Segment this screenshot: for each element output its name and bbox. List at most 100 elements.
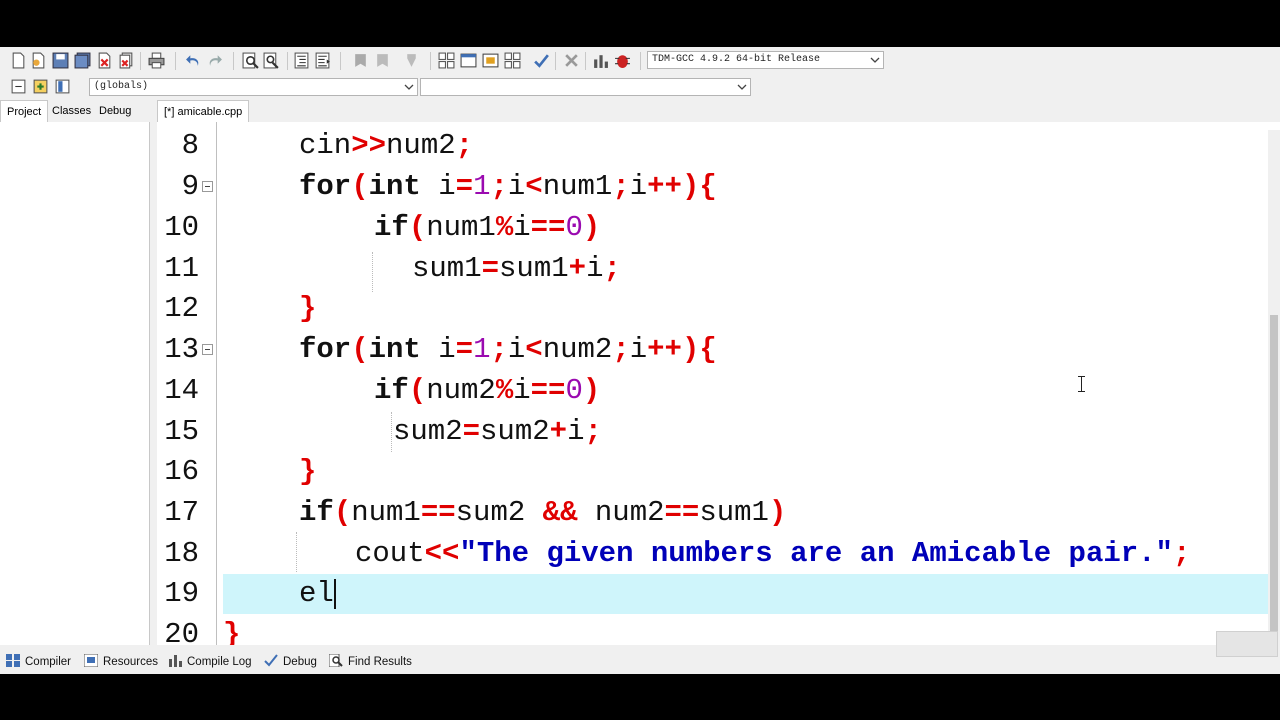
- ibeam-cursor-icon: [1078, 376, 1085, 392]
- toolbar-separator: [175, 52, 176, 70]
- insert-icon[interactable]: [10, 78, 27, 95]
- scope-select-value: (globals): [94, 81, 149, 92]
- fold-toggle-icon[interactable]: [202, 344, 213, 355]
- goto-bookmark-icon[interactable]: [54, 78, 71, 95]
- tab-classes[interactable]: Classes: [46, 100, 97, 122]
- line-number: 12: [164, 292, 199, 325]
- tab-project[interactable]: Project: [0, 100, 49, 122]
- goto-icon[interactable]: [374, 52, 391, 69]
- debug-icon[interactable]: [614, 52, 631, 69]
- tab-find-results[interactable]: Find Results: [329, 654, 412, 670]
- toggle-bookmark-icon[interactable]: [32, 78, 49, 95]
- replace-icon[interactable]: [263, 52, 280, 69]
- code-line: 11 sum1=sum1+i;: [157, 249, 1280, 289]
- code-text: sum2=sum2+i;: [393, 415, 602, 448]
- print-icon[interactable]: [148, 52, 165, 69]
- profile-icon[interactable]: [592, 52, 609, 69]
- scrollbar-thumb[interactable]: [1270, 315, 1278, 645]
- line-number: 16: [164, 455, 199, 488]
- code-text: sum1=sum1+i;: [412, 252, 621, 285]
- line-number: 9: [181, 170, 199, 203]
- toolbar-separator: [555, 52, 556, 70]
- indent-guide: [391, 412, 392, 452]
- indent-guide: [296, 532, 297, 572]
- compile-run-icon[interactable]: [482, 52, 499, 69]
- line-number: 19: [164, 577, 199, 610]
- grid-icon: [6, 654, 20, 667]
- code-line: 9 for(int i=1;i<num1;i++){: [157, 167, 1280, 207]
- main-toolbar: TDM-GCC 4.9.2 64-bit Release: [0, 48, 1280, 74]
- code-editor[interactable]: 8 cin>>num2; 9 for(int i=1;i<num1;i++){ …: [157, 122, 1280, 645]
- compiler-select[interactable]: TDM-GCC 4.9.2 64-bit Release: [647, 51, 884, 69]
- bookmark-icon[interactable]: [352, 52, 369, 69]
- find-icon[interactable]: [242, 52, 259, 69]
- class-browser-toolbar: (globals): [0, 74, 760, 100]
- code-text: }: [299, 292, 317, 325]
- code-text: cout<<"The given numbers are an Amicable…: [355, 537, 1191, 570]
- toolbar-separator: [430, 52, 431, 70]
- code-text: el: [299, 577, 334, 610]
- compile-icon[interactable]: [438, 52, 455, 69]
- code-line: 8 cin>>num2;: [157, 126, 1280, 166]
- scope-select[interactable]: (globals): [89, 78, 418, 96]
- line-number: 13: [164, 333, 199, 366]
- toolbar-separator: [640, 52, 641, 70]
- run-icon[interactable]: [460, 52, 477, 69]
- code-text: if(num1%i==0): [374, 211, 601, 244]
- rebuild-icon[interactable]: [504, 52, 521, 69]
- indent-icon[interactable]: [293, 52, 310, 69]
- tab-compiler[interactable]: Compiler: [6, 654, 71, 670]
- save-icon[interactable]: [52, 52, 69, 69]
- unindent-icon[interactable]: [314, 52, 331, 69]
- save-all-icon[interactable]: [74, 52, 91, 69]
- indent-guide: [372, 252, 373, 292]
- line-number: 18: [164, 537, 199, 570]
- tab-amicable-cpp[interactable]: [*] amicable.cpp: [157, 100, 250, 122]
- toolbar-separator: [585, 52, 586, 70]
- code-text: cin>>num2;: [299, 129, 474, 162]
- redo-icon[interactable]: [206, 52, 223, 69]
- tab-resources[interactable]: Resources: [84, 654, 158, 670]
- chevron-down-icon: [404, 84, 414, 90]
- tab-debug-output[interactable]: Debug: [264, 654, 317, 670]
- toolbar-separator: [287, 52, 288, 70]
- code-line: 17 if(num1==sum2 && num2==sum1): [157, 493, 1280, 533]
- undo-icon[interactable]: [185, 52, 202, 69]
- line-number: 20: [164, 618, 199, 645]
- close-icon[interactable]: [96, 52, 113, 69]
- chart-icon: [169, 655, 182, 667]
- new-file-icon[interactable]: [10, 52, 27, 69]
- chevron-down-icon: [870, 57, 880, 63]
- line-number: 10: [164, 211, 199, 244]
- line-number: 17: [164, 496, 199, 529]
- compiler-select-value: TDM-GCC 4.9.2 64-bit Release: [652, 54, 821, 65]
- toolbar-separator: [233, 52, 234, 70]
- check-syntax-icon[interactable]: [533, 52, 550, 69]
- video-controls-overlay[interactable]: [1216, 631, 1278, 657]
- tab-debug[interactable]: Debug: [93, 100, 137, 122]
- new-class-icon[interactable]: [403, 52, 420, 69]
- code-line: 18 cout<<"The given numbers are an Amica…: [157, 534, 1280, 574]
- chevron-down-icon: [737, 84, 747, 90]
- line-number: 14: [164, 374, 199, 407]
- text-cursor: [334, 579, 336, 609]
- code-text: }: [299, 455, 317, 488]
- line-number: 11: [164, 252, 199, 285]
- resources-icon: [84, 654, 98, 667]
- editor-tabs: [*] amicable.cpp: [157, 100, 357, 122]
- vertical-scrollbar[interactable]: [1268, 130, 1280, 645]
- code-text: for(int i=1;i<num2;i++){: [299, 333, 717, 366]
- member-select[interactable]: [420, 78, 751, 96]
- line-number: 15: [164, 415, 199, 448]
- code-text: if(num1==sum2 && num2==sum1): [299, 496, 787, 529]
- search-icon: [329, 654, 343, 667]
- code-line: 13 for(int i=1;i<num2;i++){: [157, 330, 1280, 370]
- project-panel: [0, 122, 150, 645]
- stop-icon[interactable]: [563, 52, 580, 69]
- tab-compile-log[interactable]: Compile Log: [168, 654, 252, 670]
- close-all-icon[interactable]: [118, 52, 135, 69]
- code-line: 12 }: [157, 289, 1280, 329]
- code-line: 19 el: [157, 574, 1280, 614]
- open-icon[interactable]: [30, 52, 47, 69]
- fold-toggle-icon[interactable]: [202, 181, 213, 192]
